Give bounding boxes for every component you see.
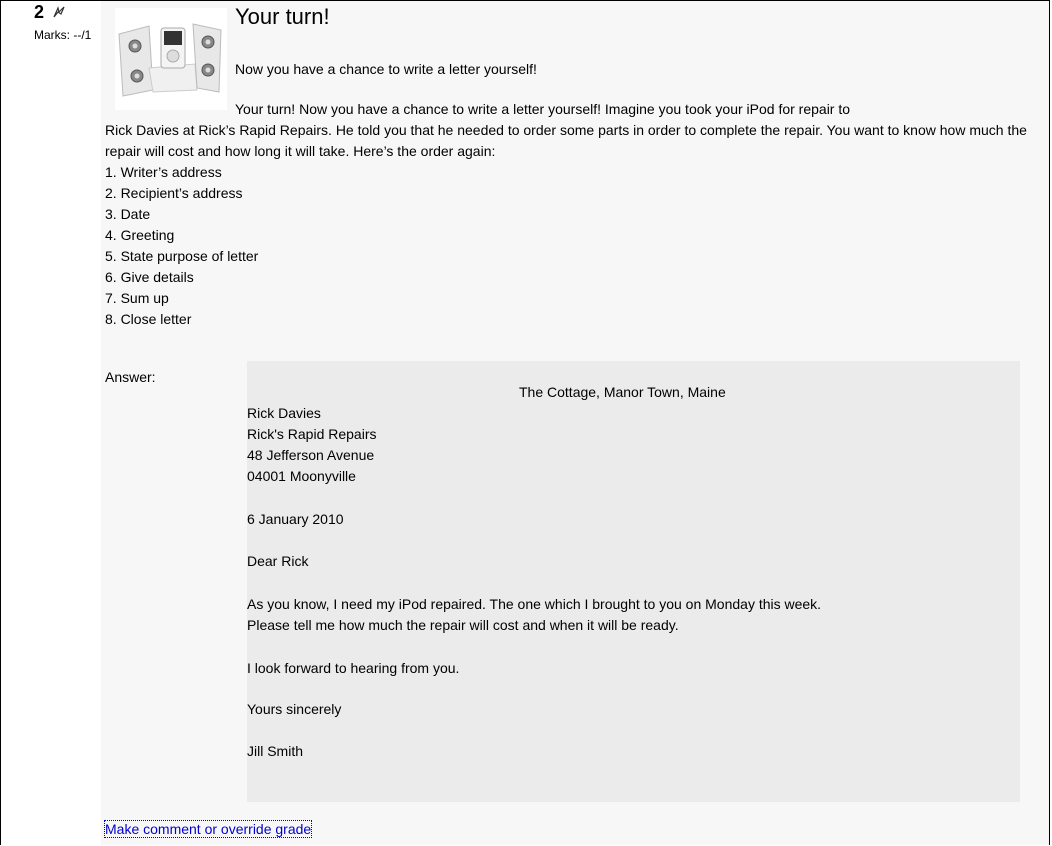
recipient-line: 04001 Moonyville [247, 468, 356, 484]
letter-signature: Jill Smith [247, 743, 304, 759]
recipient-line: Rick's Rapid Repairs [247, 426, 377, 442]
writer-address: The Cottage, Manor Town, Maine [519, 384, 726, 400]
question-intro: Now you have a chance to write a letter … [235, 61, 537, 77]
letter-greeting: Dear Rick [247, 553, 309, 569]
list-item: 1. Writer’s address [105, 164, 222, 180]
flag-icon[interactable] [52, 6, 66, 18]
list-item: 7. Sum up [105, 290, 169, 306]
letter-date: 6 January 2010 [247, 511, 344, 527]
make-comment-link[interactable]: Make comment or override grade [103, 820, 313, 838]
question-container: 2 Marks: --/1 Your turn! Now you have a … [0, 0, 1050, 846]
recipient-line: Rick Davies [247, 405, 321, 421]
recipient-line: 48 Jefferson Avenue [247, 447, 375, 463]
steps-list: 1. Writer’s address 2. Recipient’s addre… [105, 162, 1045, 330]
question-info [1, 1, 101, 846]
list-item: 4. Greeting [105, 227, 175, 243]
question-text-first: Your turn! Now you have a chance to writ… [235, 101, 851, 117]
answer-label: Answer: [105, 369, 156, 385]
letter-sum-up: I look forward to hearing from you. [247, 660, 460, 676]
letter-purpose: Please tell me how much the repair will … [247, 617, 679, 633]
list-item: 2. Recipient’s address [105, 185, 243, 201]
answer-box: The Cottage, Manor Town, Maine Rick Davi… [247, 361, 1020, 802]
question-title: Your turn! [235, 4, 330, 29]
list-item: 6. Give details [105, 269, 194, 285]
letter-closing: Yours sincerely [247, 701, 342, 717]
list-item: 3. Date [105, 206, 151, 222]
question-text-rest: Rick Davies at Rick’s Rapid Repairs. He … [105, 122, 1027, 159]
marks-label: Marks: --/1 [34, 28, 92, 42]
list-item: 5. State purpose of letter [105, 248, 259, 264]
ipod-speaker-image [115, 8, 227, 110]
question-number: 2 [34, 2, 45, 22]
question-text: Your turn! Now you have a chance to writ… [105, 99, 1045, 330]
list-item: 8. Close letter [105, 311, 192, 327]
letter-purpose: As you know, I need my iPod repaired. Th… [247, 596, 822, 612]
